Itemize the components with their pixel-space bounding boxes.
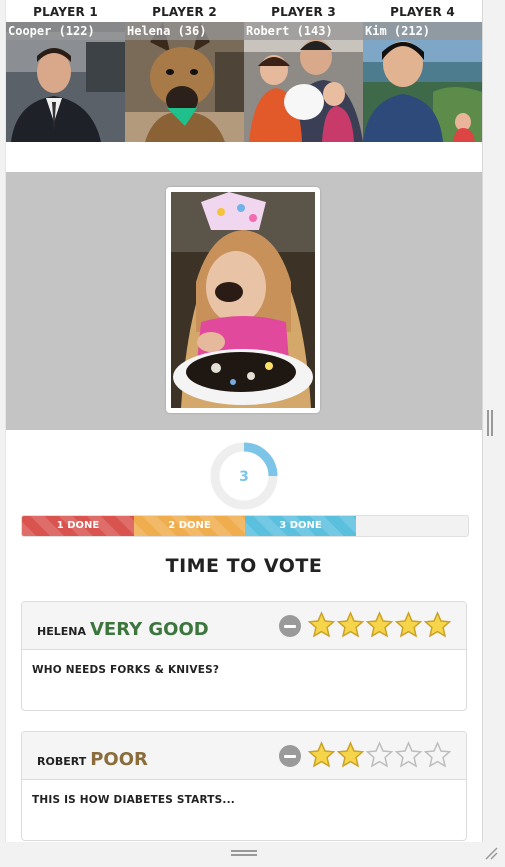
corner-resize-icon[interactable]	[484, 846, 498, 860]
player-1-name: Cooper (122)	[6, 22, 125, 40]
progress-segment-3: 3 DONE	[245, 516, 356, 536]
player-3-photo	[244, 22, 363, 142]
star-empty-icon[interactable]	[394, 741, 423, 769]
player-4-name: Kim (212)	[363, 22, 482, 40]
voter-label: ROBERT POOR	[37, 749, 148, 770]
vote-comment: WHO NEEDS FORKS & KNIVES?	[32, 664, 220, 676]
progress-bar: 1 DONE 2 DONE 3 DONE	[21, 515, 469, 537]
voter-name: ROBERT	[37, 755, 87, 768]
player-photos: Cooper (122) Helena (36) Robert (143) Ki…	[6, 22, 482, 142]
player-3-card[interactable]: Robert (143)	[244, 22, 363, 142]
star-empty-icon[interactable]	[365, 741, 394, 769]
player-4-card[interactable]: Kim (212)	[363, 22, 482, 142]
star-filled-icon[interactable]	[394, 611, 423, 639]
vote-card-header: HELENA VERY GOOD	[22, 602, 466, 650]
player-2-photo	[125, 22, 244, 142]
player-3-name: Robert (143)	[244, 22, 363, 40]
player-1-photo	[6, 22, 125, 142]
player-2-header: PLAYER 2	[152, 5, 217, 19]
star-rating[interactable]	[307, 611, 452, 639]
bottom-resize-handle[interactable]	[231, 850, 257, 856]
player-4-photo	[363, 22, 482, 142]
star-filled-icon[interactable]	[307, 741, 336, 769]
minus-icon[interactable]	[279, 615, 301, 637]
voter-label: HELENA VERY GOOD	[37, 619, 209, 640]
timer-value: 3	[239, 469, 249, 485]
voter-name: HELENA	[37, 625, 86, 638]
player-1-card[interactable]: Cooper (122)	[6, 22, 125, 142]
cake-photo	[171, 192, 315, 408]
players-header: PLAYER 1 PLAYER 2 PLAYER 3 PLAYER 4	[6, 0, 482, 22]
vote-title: TIME TO VOTE	[165, 555, 323, 577]
star-filled-icon[interactable]	[336, 611, 365, 639]
rating-label: POOR	[90, 749, 148, 770]
submission-stage	[6, 172, 482, 430]
star-empty-icon[interactable]	[423, 741, 452, 769]
vote-card-1: HELENA VERY GOOD WHO NEEDS FORKS & KNIVES…	[21, 601, 467, 711]
timer-ring: 3	[210, 442, 278, 510]
submission-photo	[166, 187, 320, 413]
countdown-timer: 3	[208, 440, 280, 512]
side-resize-handle[interactable]	[487, 410, 493, 436]
player-2-card[interactable]: Helena (36)	[125, 22, 244, 142]
player-1-header: PLAYER 1	[33, 5, 98, 19]
star-filled-icon[interactable]	[336, 741, 365, 769]
star-rating[interactable]	[307, 741, 452, 769]
star-filled-icon[interactable]	[423, 611, 452, 639]
vote-comment: THIS IS HOW DIABETES STARTS...	[32, 794, 235, 806]
minus-icon[interactable]	[279, 745, 301, 767]
progress-segment-2: 2 DONE	[134, 516, 245, 536]
star-filled-icon[interactable]	[365, 611, 394, 639]
rating-label: VERY GOOD	[89, 619, 209, 640]
vote-card-header: ROBERT POOR	[22, 732, 466, 780]
player-2-name: Helena (36)	[125, 22, 244, 40]
vote-card-2: ROBERT POOR THIS IS HOW DIABETES STARTS..…	[21, 731, 467, 841]
game-screen: PLAYER 1 PLAYER 2 PLAYER 3 PLAYER 4 Coop…	[5, 0, 483, 842]
player-3-header: PLAYER 3	[271, 5, 336, 19]
player-4-header: PLAYER 4	[390, 5, 455, 19]
progress-segment-1: 1 DONE	[22, 516, 134, 536]
star-filled-icon[interactable]	[307, 611, 336, 639]
